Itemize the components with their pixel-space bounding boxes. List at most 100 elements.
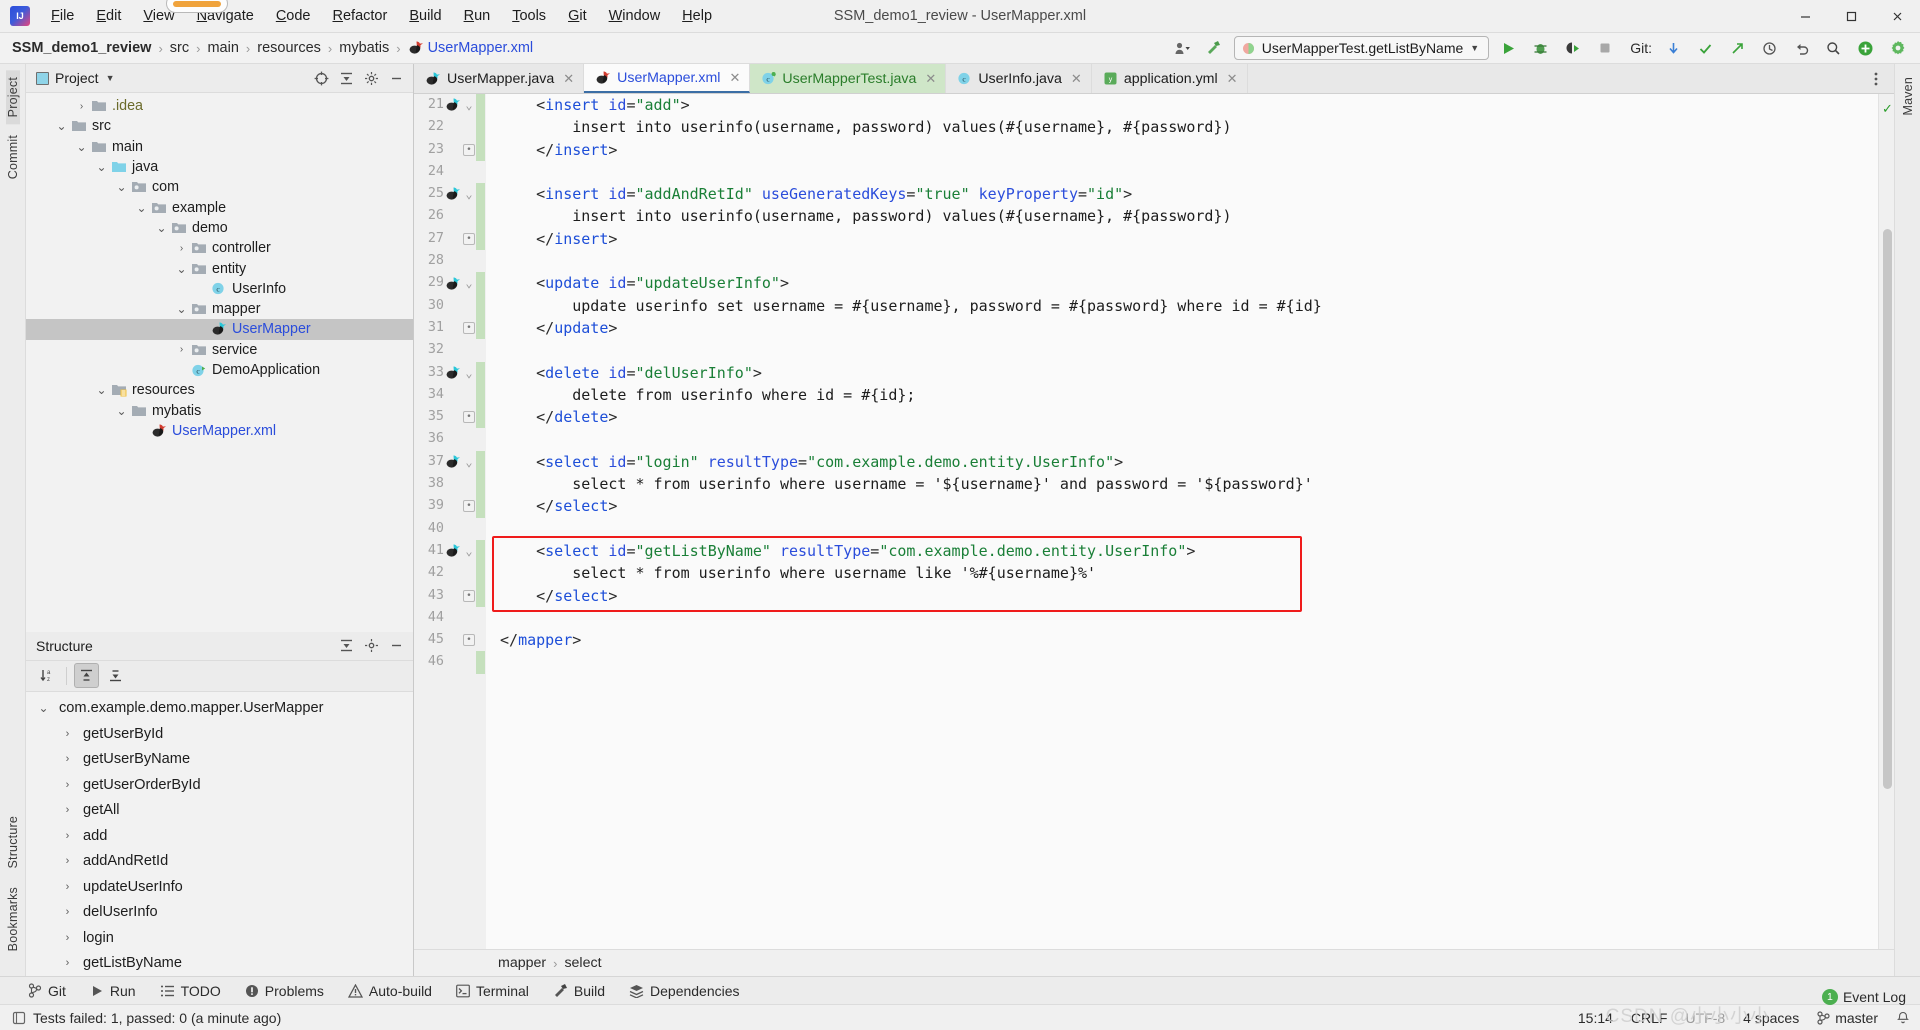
menu-item-code[interactable]: Code [265, 5, 322, 27]
gutter-line-37[interactable]: 37 ⌄ [414, 450, 486, 474]
project-tree-item-demo[interactable]: ⌄ demo [26, 218, 413, 238]
chevron-down-icon[interactable]: ▼ [106, 73, 115, 83]
code-line-25[interactable]: <insert id = "addAndRetId" useGeneratedKey… [486, 183, 1878, 205]
fold-marker-icon[interactable]: ⌄ [462, 94, 476, 116]
gutter-line-31[interactable]: 31 • [414, 316, 486, 340]
project-tree[interactable]: › .idea ⌄ src ⌄ main ⌄ java ⌄ com ⌄ example ⌄ demo › co… [26, 93, 413, 632]
fold-marker-icon[interactable]: • [462, 500, 476, 513]
close-icon[interactable]: ✕ [925, 71, 936, 87]
gutter-line-26[interactable]: 26 [414, 205, 486, 228]
code-line-22[interactable]: insert into userinfo(username, password)… [486, 116, 1878, 138]
gutter-line-39[interactable]: 39 • [414, 495, 486, 518]
tool-window-button-terminal[interactable]: Terminal [456, 983, 529, 999]
menu-item-run[interactable]: Run [453, 5, 502, 27]
breadcrumb-item-main[interactable]: main [207, 40, 238, 56]
tool-window-button-problems[interactable]: Problems [245, 983, 324, 999]
tool-button-commit[interactable]: Commit [6, 128, 20, 186]
menu-item-tools[interactable]: Tools [501, 5, 557, 27]
fold-marker-icon[interactable]: ⌄ [462, 451, 476, 473]
editor-tab-userinfo-java[interactable]: c UserInfo.java ✕ [946, 64, 1092, 93]
tool-window-button-run[interactable]: Run [90, 983, 136, 999]
collapse-all-icon[interactable] [335, 635, 357, 657]
gutter-line-43[interactable]: 43 • [414, 584, 486, 607]
gutter-line-45[interactable]: 45 • [414, 629, 486, 651]
run-with-coverage-icon[interactable] [1560, 36, 1585, 61]
code-line-36[interactable] [486, 428, 1878, 450]
history-icon[interactable] [1757, 36, 1782, 61]
run-configuration-selector[interactable]: UserMapperTest.getListByName ▼ [1233, 36, 1490, 60]
gutter-line-25[interactable]: 25 ⌄ [414, 183, 486, 206]
chevron-right-icon[interactable]: › [60, 957, 75, 969]
fold-marker-icon[interactable]: ⌄ [462, 183, 476, 205]
structure-item-updateuserinfo[interactable]: › updateUserInfo [26, 874, 413, 900]
debug-icon[interactable] [1528, 36, 1553, 61]
fold-marker-icon[interactable]: • [462, 322, 476, 335]
code-line-26[interactable]: insert into userinfo(username, password)… [486, 205, 1878, 227]
chevron-down-icon[interactable]: ⌄ [94, 160, 109, 174]
more-options-icon[interactable] [1863, 66, 1888, 91]
code-line-27[interactable]: </insert> [486, 228, 1878, 250]
chevron-right-icon[interactable]: › [60, 753, 75, 765]
code-line-32[interactable] [486, 339, 1878, 361]
status-notifications-icon[interactable] [1896, 1011, 1910, 1025]
code-line-29[interactable]: <update id="updateUserInfo"> [486, 272, 1878, 294]
code-line-23[interactable]: </insert> [486, 139, 1878, 161]
structure-item-addandretid[interactable]: › addAndRetId [26, 849, 413, 875]
chevron-right-icon[interactable]: › [60, 728, 75, 740]
chevron-right-icon[interactable]: › [60, 906, 75, 918]
tool-button-structure[interactable]: Structure [6, 809, 20, 876]
fold-marker-icon[interactable]: • [462, 589, 476, 602]
breadcrumb-item-usermapper-xml[interactable]: UserMapper.xml [408, 40, 533, 56]
tool-button-maven[interactable]: Maven [1901, 70, 1915, 123]
gutter-line-35[interactable]: 35 • [414, 406, 486, 429]
mybatis-gutter-icon[interactable] [444, 98, 462, 112]
tool-button-bookmarks[interactable]: Bookmarks [6, 880, 20, 958]
fold-marker-icon[interactable]: • [462, 634, 476, 647]
close-icon[interactable]: ✕ [563, 71, 574, 87]
menu-item-help[interactable]: Help [671, 5, 723, 27]
code-line-33[interactable]: <delete id="delUserInfo"> [486, 362, 1878, 384]
project-tree-item-src[interactable]: ⌄ src [26, 116, 413, 136]
code-line-43[interactable]: </select> [486, 585, 1878, 607]
gutter-line-36[interactable]: 36 [414, 428, 486, 450]
gutter-line-46[interactable]: 46 [414, 651, 486, 674]
code-line-41[interactable]: <select id="getListByName" resultType="c… [486, 540, 1878, 562]
run-icon[interactable] [1496, 36, 1521, 61]
code-line-24[interactable] [486, 161, 1878, 183]
git-push-icon[interactable] [1725, 36, 1750, 61]
project-tree-item-resources[interactable]: ⌄ resources [26, 380, 413, 400]
mybatis-gutter-icon[interactable] [444, 544, 462, 558]
code-line-39[interactable]: </select> [486, 495, 1878, 517]
gutter-line-30[interactable]: 30 [414, 294, 486, 317]
structure-item-getuserbyname[interactable]: › getUserByName [26, 747, 413, 773]
code-line-34[interactable]: delete from userinfo where id = #{id}; [486, 384, 1878, 406]
project-tree-item-java[interactable]: ⌄ java [26, 157, 413, 177]
tool-window-button-build[interactable]: Build [553, 983, 605, 999]
chevron-right-icon[interactable]: › [74, 101, 89, 112]
close-icon[interactable]: ✕ [729, 70, 740, 86]
structure-item-login[interactable]: › login [26, 925, 413, 951]
gutter-line-27[interactable]: 27 • [414, 227, 486, 251]
chevron-right-icon[interactable]: › [60, 804, 75, 816]
chevron-down-icon[interactable]: ⌄ [74, 140, 89, 154]
error-stripe[interactable]: ✓ [1878, 94, 1894, 949]
gutter-line-23[interactable]: 23 • [414, 138, 486, 161]
structure-item-getuserorderbyid[interactable]: › getUserOrderById [26, 772, 413, 798]
code-line-37[interactable]: <select id="login" resultType="com.examp… [486, 451, 1878, 473]
window-drag-handle[interactable] [166, 0, 228, 13]
chevron-down-icon[interactable]: ⌄ [114, 404, 129, 418]
tool-window-button-auto-build[interactable]: Auto-build [347, 983, 432, 999]
mybatis-gutter-icon[interactable] [444, 187, 462, 201]
collapse-all-icon[interactable] [335, 67, 357, 89]
code-line-42[interactable]: select * from userinfo where username li… [486, 562, 1878, 584]
structure-list[interactable]: ⌄ com.example.demo.mapper.UserMapper › getU… [26, 692, 413, 977]
tool-button-project[interactable]: Project [5, 70, 20, 125]
chevron-right-icon[interactable]: › [60, 830, 75, 842]
project-tree-item-mybatis[interactable]: ⌄ mybatis [26, 400, 413, 420]
breadcrumb-item-resources[interactable]: resources [257, 40, 321, 56]
git-update-icon[interactable] [1661, 36, 1686, 61]
editor-tab-usermappertest-java[interactable]: c UserMapperTest.java ✕ [750, 64, 947, 93]
project-tree-item-service[interactable]: › service [26, 340, 413, 360]
code-line-35[interactable]: </delete> [486, 406, 1878, 428]
project-tree-item-userinfo[interactable]: c UserInfo [26, 279, 413, 299]
